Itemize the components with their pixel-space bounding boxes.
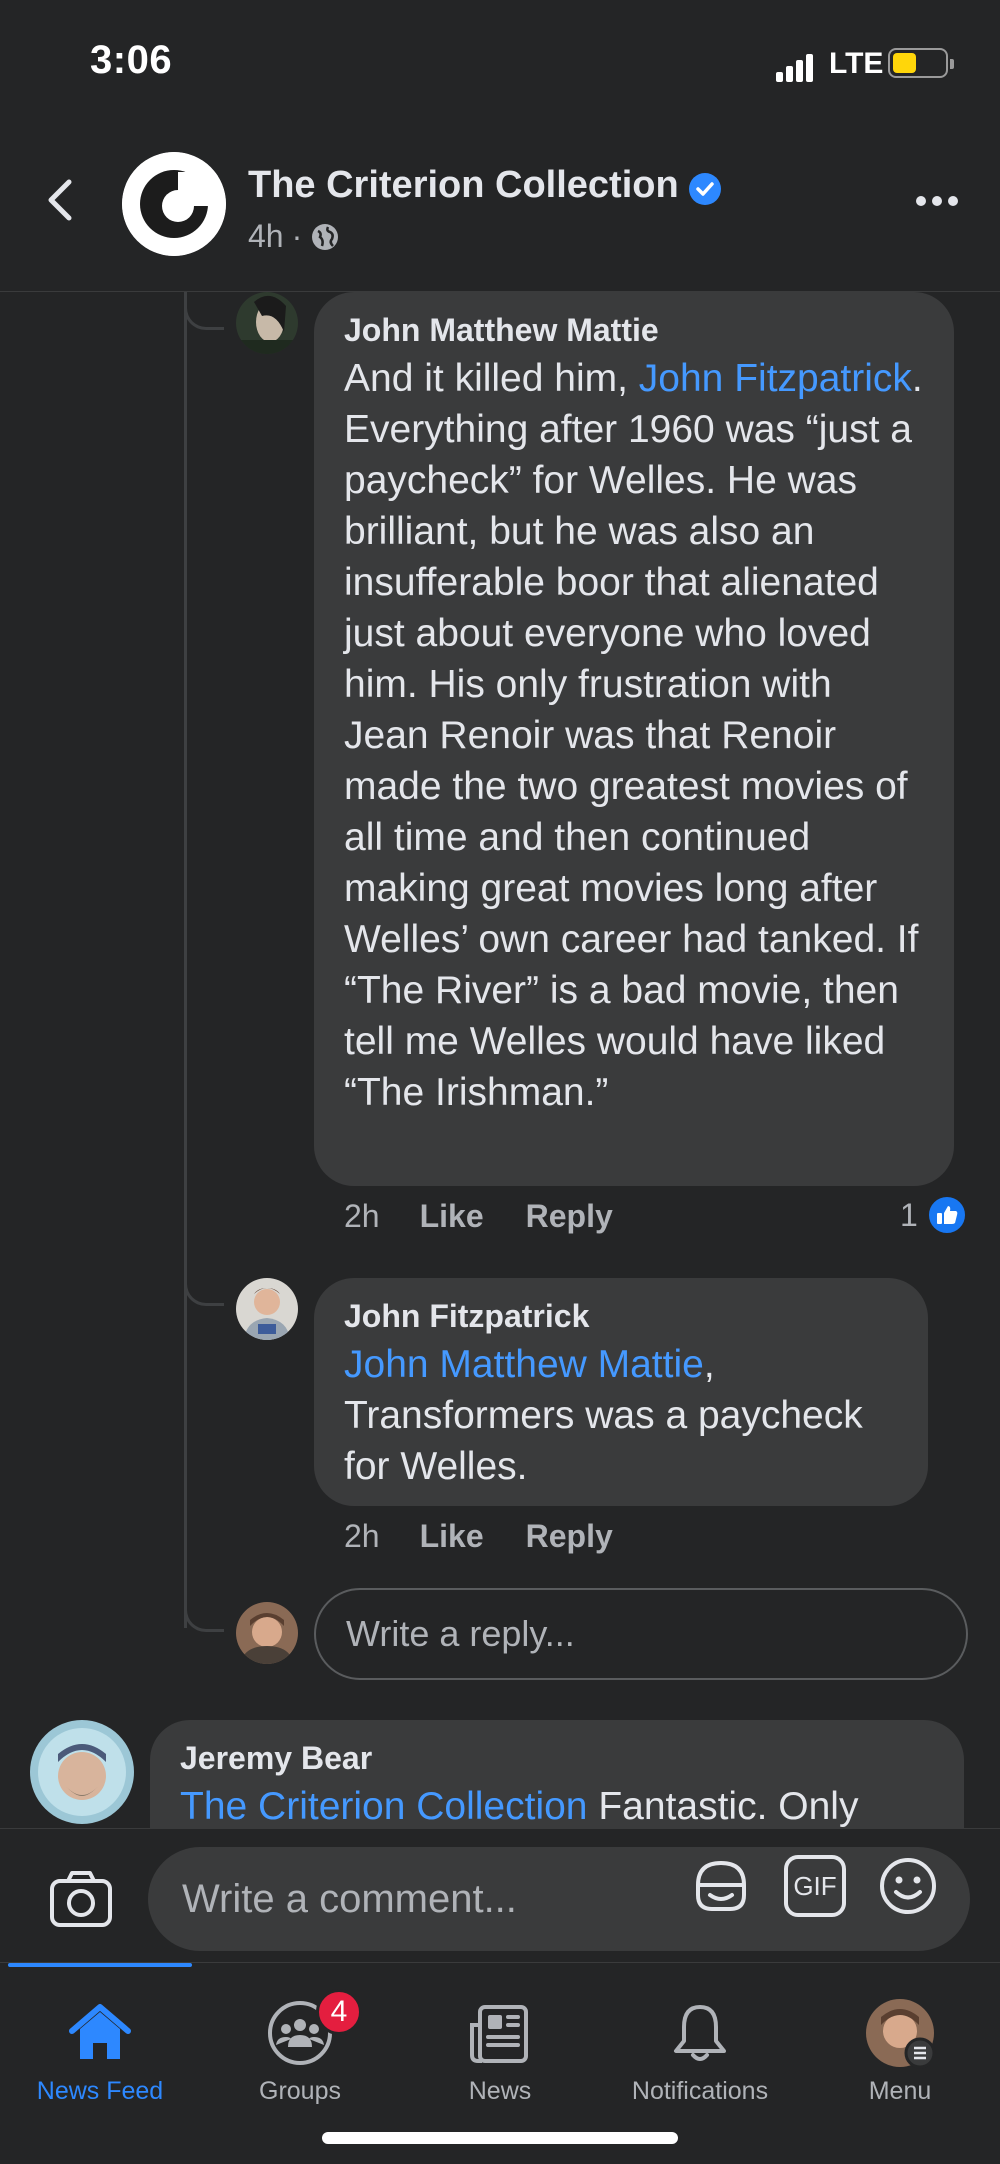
profile-menu-icon	[866, 1999, 936, 2069]
comment-actions: 2h Like Reply	[344, 1198, 655, 1235]
verified-check-icon	[689, 173, 721, 205]
back-button[interactable]	[30, 170, 90, 230]
gif-label: GIF	[793, 1870, 837, 1901]
home-indicator	[322, 2132, 678, 2144]
tab-menu[interactable]: Menu	[800, 1983, 1000, 2105]
reply-button[interactable]: Reply	[526, 1518, 613, 1555]
reply-placeholder: Write a reply...	[346, 1613, 575, 1654]
mention-link[interactable]: John Matthew Mattie	[344, 1343, 704, 1386]
comment-text: The Criterion Collection Fantastic. Only	[180, 1781, 934, 1832]
post-header: The Criterion Collection 4h ·	[0, 120, 1000, 292]
thumbs-up-icon	[925, 1194, 968, 1236]
mention-link[interactable]: The Criterion Collection	[180, 1785, 588, 1828]
avatar[interactable]	[236, 292, 298, 354]
more-options-button[interactable]	[912, 186, 962, 216]
comment-bubble: John Matthew Mattie And it killed him, J…	[314, 292, 954, 1186]
comment-placeholder: Write a comment...	[182, 1876, 517, 1921]
tab-label: Groups	[259, 2077, 341, 2105]
my-avatar	[236, 1602, 298, 1664]
tab-news-feed[interactable]: News Feed	[0, 1983, 200, 2105]
mention-link[interactable]: John Fitzpatrick	[639, 357, 912, 400]
comment-text-part: Fantastic. Only	[587, 1785, 859, 1828]
reply-button[interactable]: Reply	[526, 1198, 613, 1235]
meta-separator: ·	[291, 218, 303, 254]
reply-input[interactable]: Write a reply...	[314, 1588, 968, 1680]
thread-line	[184, 292, 232, 1628]
tab-notifications[interactable]: Notifications	[600, 1983, 800, 2105]
reaction-count: 1	[900, 1196, 918, 1233]
notification-badge: 4	[316, 1989, 362, 2035]
network-label: LTE	[829, 47, 884, 80]
comment-time: 2h	[344, 1198, 380, 1234]
camera-button[interactable]	[46, 1865, 116, 1935]
tab-label: Menu	[868, 2077, 932, 2105]
screen: 3:06 LTE The Criterion Collection 4h · J…	[0, 0, 1000, 2164]
comment-actions: 2h Like Reply	[344, 1518, 655, 1555]
status-time: 3:06	[90, 38, 173, 82]
criterion-logo-icon	[122, 152, 226, 256]
gif-button[interactable]: GIF	[784, 1855, 846, 1917]
chevron-left-icon	[48, 179, 72, 221]
comment-author[interactable]: John Fitzpatrick	[344, 1298, 898, 1335]
camera-icon	[50, 1871, 112, 1927]
comment-text: John Matthew Mattie, Transformers was a …	[344, 1339, 898, 1492]
tab-groups[interactable]: 4 Groups	[200, 1983, 400, 2105]
comment-input[interactable]: Write a comment...	[148, 1847, 970, 1951]
globe-icon	[312, 223, 339, 250]
comment-bubble: John Fitzpatrick John Matthew Mattie, Tr…	[314, 1278, 928, 1506]
home-icon	[69, 2004, 131, 2059]
active-tab-indicator	[8, 1963, 192, 1967]
sticker-icon[interactable]	[690, 1855, 752, 1917]
tab-label: News Feed	[36, 2077, 164, 2105]
signal-icon	[776, 52, 816, 82]
page-title[interactable]: The Criterion Collection	[248, 164, 679, 207]
comment-author[interactable]: John Matthew Mattie	[344, 312, 924, 349]
status-bar: 3:06 LTE	[0, 0, 1000, 120]
tab-label: Notifications	[631, 2077, 769, 2105]
comment-composer: Write a comment... GIF	[0, 1828, 1000, 1968]
emoji-icon[interactable]	[877, 1855, 939, 1917]
tab-news[interactable]: News	[400, 1983, 600, 2105]
comment-text-part: . Everything after 1960 was “just a payc…	[344, 357, 923, 1114]
post-time[interactable]: 4h	[248, 218, 284, 255]
tab-label: News	[468, 2077, 532, 2105]
comment-text: And it killed him, John Fitzpatrick. Eve…	[344, 353, 924, 1118]
like-button[interactable]: Like	[420, 1198, 484, 1235]
battery-icon	[888, 48, 954, 78]
avatar[interactable]	[30, 1720, 134, 1824]
post-meta: 4h ·	[248, 218, 340, 255]
comment-time: 2h	[344, 1518, 380, 1554]
news-icon	[470, 2005, 528, 2063]
like-button[interactable]: Like	[420, 1518, 484, 1555]
reaction-summary[interactable]: 1	[900, 1194, 968, 1236]
page-avatar[interactable]	[122, 152, 226, 256]
comment-author[interactable]: Jeremy Bear	[180, 1740, 934, 1777]
avatar[interactable]	[236, 1278, 298, 1340]
comment-text-part: And it killed him,	[344, 357, 639, 400]
bell-icon	[674, 2005, 726, 2061]
